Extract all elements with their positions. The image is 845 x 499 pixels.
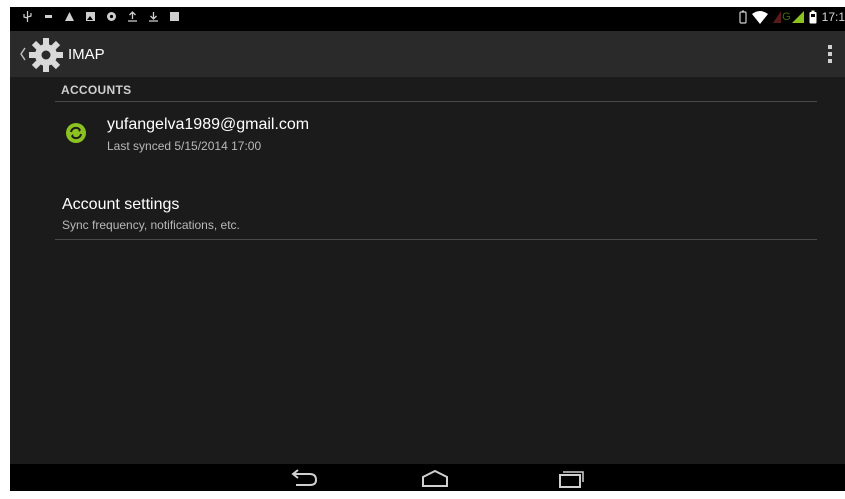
recents-icon[interactable] [550, 467, 590, 489]
home-icon[interactable] [415, 467, 455, 489]
account-settings-subtitle: Sync frequency, notifications, etc. [62, 218, 240, 232]
clock: 17:1 [821, 10, 845, 24]
section-divider [55, 101, 817, 102]
gear-icon[interactable] [26, 35, 66, 75]
notification-icons [22, 11, 180, 22]
action-bar: IMAP [10, 31, 845, 77]
navigation-bar [10, 464, 845, 491]
account-settings-title: Account settings [62, 196, 180, 213]
signal-group: G [773, 11, 804, 23]
sd-card-icon [45, 15, 52, 18]
last-synced-text: Last synced 5/15/2014 17:00 [107, 139, 262, 153]
account-email: yufangelva1989@gmail.com [107, 116, 310, 133]
wifi-icon [752, 10, 769, 24]
signal-icon [791, 11, 804, 23]
account-item[interactable]: yufangelva1989@gmail.com Last synced 5/1… [55, 108, 817, 168]
system-icons: G 17:1 [739, 10, 845, 24]
usb-icon [23, 11, 32, 22]
page-title: IMAP [68, 46, 105, 63]
back-icon[interactable] [284, 467, 324, 489]
accounts-section-header: ACCOUNTS [61, 83, 132, 97]
account-settings-item[interactable]: Account settings Sync frequency, notific… [55, 190, 817, 240]
battery-icon [809, 10, 817, 24]
download-icon [149, 12, 158, 22]
settings-divider [55, 239, 817, 240]
battery-saver-icon [739, 10, 747, 24]
sync-icon [66, 123, 86, 143]
image-icon [86, 12, 95, 21]
media-icon [170, 12, 179, 21]
sync-notification-icon [107, 12, 116, 21]
overflow-menu-icon[interactable] [827, 44, 833, 64]
network-type-label: G [782, 11, 791, 23]
upload-icon [128, 11, 137, 22]
device-screen: G 17:1 IMAP ACCOUNTS yufangelva1989@gmai… [10, 7, 845, 491]
warning-icon [65, 12, 74, 21]
status-bar: G 17:1 [10, 7, 845, 31]
signal-bars-icon [773, 11, 782, 23]
